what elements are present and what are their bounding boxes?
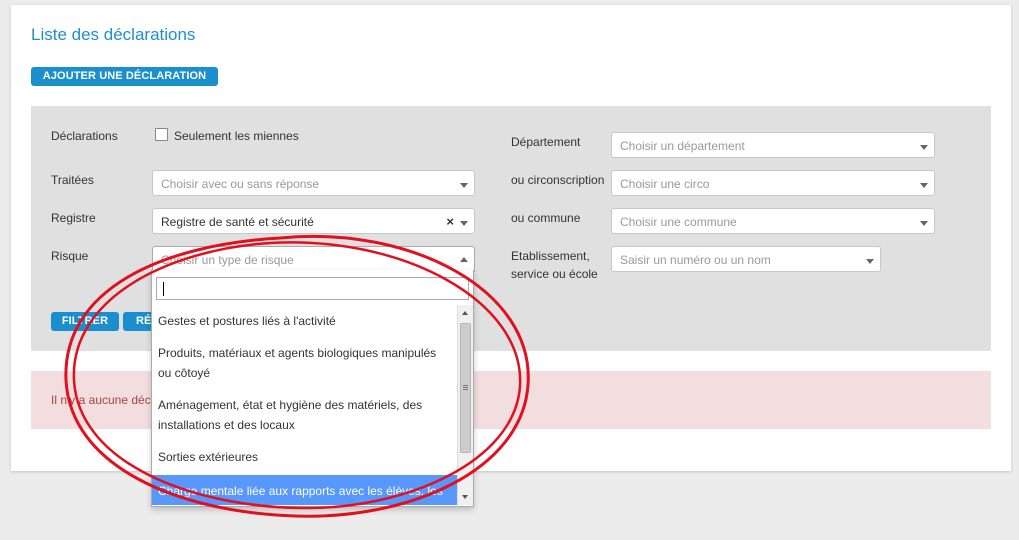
etablissement-placeholder: Saisir un numéro ou un nom (620, 253, 771, 267)
departement-placeholder: Choisir un département (620, 139, 745, 153)
registre-value: Registre de santé et sécurité (161, 215, 314, 229)
grip-icon (463, 385, 468, 386)
option-sorties-exterieures[interactable]: Sorties extérieures (152, 447, 457, 467)
option-line: Aménagement, état et hygiène des matérie… (158, 398, 423, 412)
chevron-down-icon (920, 183, 928, 188)
scroll-down-icon[interactable] (462, 495, 468, 499)
risque-placeholder: Choisir un type de risque (161, 253, 294, 267)
option-line: Gestes et postures liés à l'activité (158, 314, 336, 328)
clear-icon[interactable]: × (446, 214, 454, 229)
option-line: Charge mentale liée aux rapports avec le… (158, 484, 443, 498)
option-charge-mentale[interactable]: Charge mentale liée aux rapports avec le… (152, 475, 457, 505)
commune-select[interactable]: Choisir une commune (611, 208, 935, 234)
risque-search-input[interactable] (156, 277, 469, 300)
option-produits-materiaux[interactable]: Produits, matériaux et agents biologique… (152, 343, 457, 383)
chevron-down-icon (866, 259, 874, 264)
chevron-down-icon (460, 221, 468, 226)
commune-label: ou commune (511, 211, 581, 225)
circonscription-select[interactable]: Choisir une circo (611, 170, 935, 196)
alert-text: Il n'y a aucune déc (51, 393, 151, 407)
chevron-down-icon (920, 221, 928, 226)
risque-dropdown: Gestes et postures liés à l'activité Pro… (151, 270, 474, 507)
etablissement-select[interactable]: Saisir un numéro ou un nom (611, 246, 881, 272)
commune-placeholder: Choisir une commune (620, 215, 737, 229)
declarations-label: Déclarations (51, 129, 118, 143)
traitees-select[interactable]: Choisir avec ou sans réponse (152, 170, 475, 196)
registre-label: Registre (51, 211, 96, 225)
scrollbar-thumb[interactable] (460, 323, 471, 453)
only-mine-label[interactable]: Seulement les miennes (174, 128, 299, 144)
chevron-up-icon (460, 257, 468, 262)
grip-icon (463, 387, 468, 388)
grip-icon (463, 389, 468, 390)
only-mine-checkbox[interactable] (155, 128, 168, 141)
page-title: Liste des déclarations (31, 25, 196, 44)
traitees-placeholder: Choisir avec ou sans réponse (161, 177, 320, 191)
scroll-up-icon[interactable] (462, 311, 468, 315)
departement-select[interactable]: Choisir un département (611, 132, 935, 158)
chevron-down-icon (920, 145, 928, 150)
option-line: Sorties extérieures (158, 450, 259, 464)
registre-select[interactable]: Registre de santé et sécurité × (152, 208, 475, 234)
etablissement-label-1: Etablissement, (511, 249, 590, 263)
option-amenagement[interactable]: Aménagement, état et hygiène des matérie… (152, 395, 457, 435)
risque-options-list: Gestes et postures liés à l'activité Pro… (152, 305, 457, 505)
options-scrollbar[interactable] (457, 305, 473, 505)
risque-label: Risque (51, 249, 89, 263)
departement-label: Département (511, 135, 581, 149)
add-declaration-button[interactable]: AJOUTER UNE DÉCLARATION (31, 67, 218, 86)
circonscription-label: ou circonscription (511, 173, 605, 187)
circonscription-placeholder: Choisir une circo (620, 177, 710, 191)
traitees-label: Traitées (51, 173, 94, 187)
option-gestes-postures[interactable]: Gestes et postures liés à l'activité (152, 311, 457, 331)
filter-button[interactable]: FILTRER (51, 312, 119, 331)
option-line: Produits, matériaux et agents biologique… (158, 346, 437, 360)
option-line: ou côtoyé (158, 366, 211, 380)
text-cursor (163, 282, 164, 296)
option-line: installations et des locaux (158, 418, 295, 432)
etablissement-label-2: service ou école (511, 267, 598, 281)
chevron-down-icon (460, 183, 468, 188)
risque-select[interactable]: Choisir un type de risque (152, 246, 475, 272)
